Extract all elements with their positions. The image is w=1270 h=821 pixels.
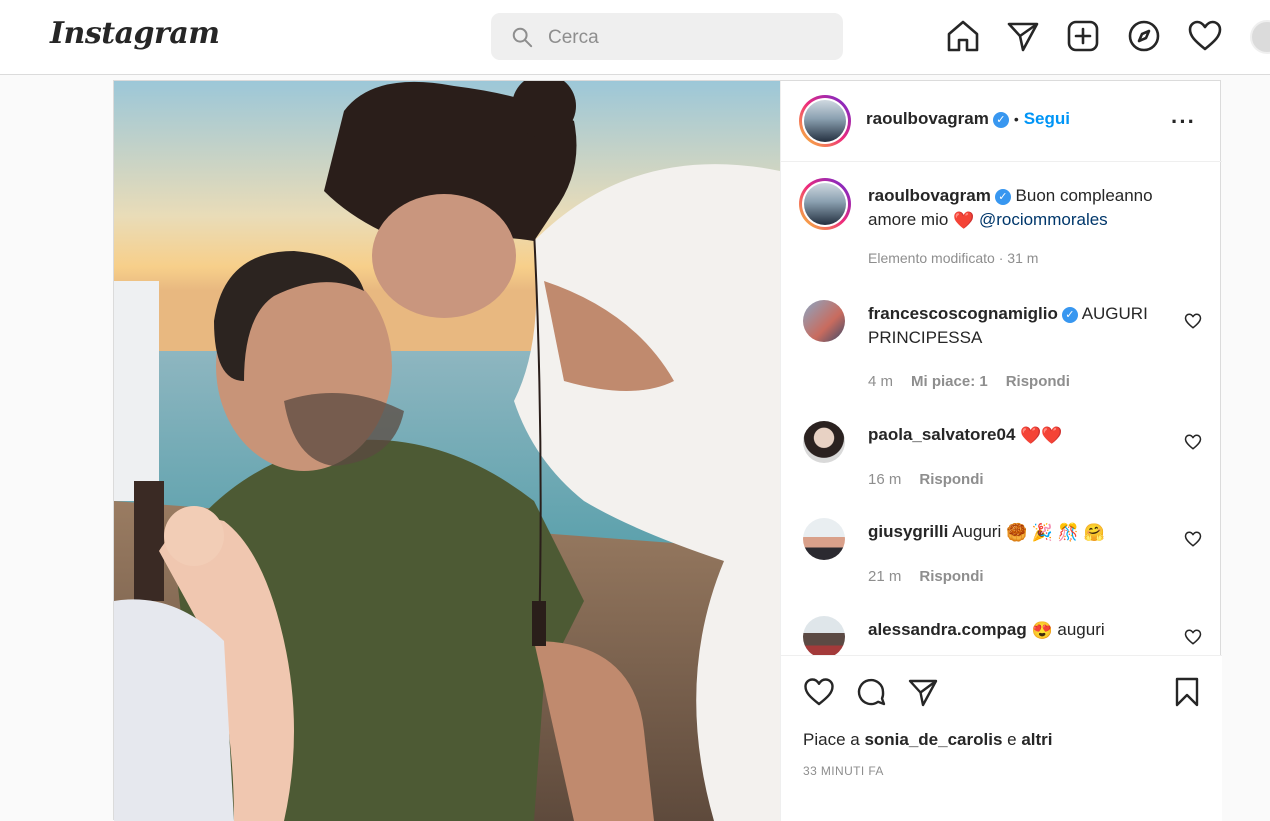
author-line: raoulbovagram ✓ • Segui — [866, 109, 1070, 129]
commenter-avatar[interactable] — [803, 300, 845, 342]
comment-username[interactable]: alessandra.compag — [868, 620, 1027, 639]
caption-text: raoulbovagram ✓ Buon compleanno amore mio… — [868, 184, 1188, 233]
comment-item: alessandra.compag 😍 auguri — [781, 616, 1222, 655]
comment-item: francescoscognamiglio ✓ AUGURI PRINCIPESS… — [781, 300, 1222, 390]
caption-mention[interactable]: @rociommorales — [979, 210, 1108, 229]
post-timestamp[interactable]: 33 MINUTI FA — [803, 764, 884, 778]
red-heart-emoji-icon: ❤️ — [953, 210, 975, 230]
party-emoji-icons: 🥮 🎉 🎊 🤗 — [1005, 522, 1105, 542]
comment-text: alessandra.compag 😍 auguri — [868, 618, 1168, 643]
comment-time: 4 m — [868, 373, 894, 390]
new-post-icon[interactable] — [1065, 18, 1101, 54]
share-icon[interactable] — [907, 676, 939, 708]
reply-button[interactable]: Rispondi — [919, 568, 983, 585]
comment-like-heart-icon[interactable] — [1184, 312, 1202, 330]
instagram-logo[interactable]: Instagram — [50, 16, 220, 51]
comment-body: auguri — [1057, 620, 1105, 639]
profile-avatar[interactable] — [1250, 20, 1270, 54]
commenter-avatar[interactable] — [803, 421, 845, 463]
likes-prefix: Piace a — [803, 730, 860, 749]
post-card: raoulbovagram ✓ • Segui ··· raoulbovagram ✓ … — [113, 80, 1222, 821]
reply-button[interactable]: Rispondi — [1006, 373, 1070, 390]
verified-badge-icon: ✓ — [994, 188, 1011, 205]
comment-meta: 16 m Rispondi — [868, 471, 984, 488]
comment-likes[interactable]: Mi piace: 1 — [911, 373, 988, 390]
post-image — [114, 81, 780, 821]
separator-dot: • — [1013, 111, 1019, 127]
comment-like-heart-icon[interactable] — [1184, 433, 1202, 451]
post-photo[interactable] — [114, 81, 780, 821]
author-username[interactable]: raoulbovagram — [866, 109, 989, 128]
post-side-panel: raoulbovagram ✓ • Segui ··· raoulbovagram ✓ … — [780, 81, 1222, 821]
comment-meta: 4 m Mi piace: 1 Rispondi — [868, 373, 1070, 390]
caption-meta: Elemento modificato · 31 m — [868, 250, 1039, 266]
more-options-icon[interactable]: ··· — [1171, 109, 1196, 135]
caption-username[interactable]: raoulbovagram — [868, 186, 991, 205]
top-navigation-bar: Instagram Cerca — [0, 0, 1270, 75]
activity-heart-icon[interactable] — [1187, 18, 1223, 54]
likes-joiner: e — [1007, 730, 1017, 749]
post-caption: raoulbovagram ✓ Buon compleanno amore mio… — [781, 178, 1222, 278]
comment-text: giusygrilli Auguri 🥮 🎉 🎊 🤗 — [868, 520, 1168, 545]
commenter-avatar[interactable] — [803, 616, 845, 655]
comment-time: 21 m — [868, 568, 902, 585]
comment-time: 16 m — [868, 471, 902, 488]
comment-username[interactable]: francescoscognamiglio — [868, 304, 1058, 323]
heart-eyes-emoji-icon: 😍 — [1031, 620, 1053, 640]
comment-text: francescoscognamiglio ✓ AUGURI PRINCIPESS… — [868, 302, 1168, 350]
comment-username[interactable]: paola_salvatore04 — [868, 425, 1015, 444]
search-icon — [512, 27, 533, 48]
comment-bubble-icon[interactable] — [855, 676, 887, 708]
direct-messages-icon[interactable] — [1005, 18, 1041, 54]
verified-badge-icon: ✓ — [1061, 306, 1078, 323]
caption-avatar[interactable] — [799, 178, 851, 230]
reply-button[interactable]: Rispondi — [919, 471, 983, 488]
search-box[interactable]: Cerca — [491, 13, 843, 60]
author-avatar[interactable] — [799, 95, 851, 147]
red-heart-emoji-icon: ❤️❤️ — [1020, 425, 1063, 445]
comment-text: paola_salvatore04 ❤️❤️ — [868, 423, 1168, 448]
liked-by-others[interactable]: altri — [1021, 730, 1052, 749]
comment-like-heart-icon[interactable] — [1184, 628, 1202, 646]
commenter-avatar[interactable] — [803, 518, 845, 560]
verified-badge-icon: ✓ — [992, 111, 1009, 128]
post-header: raoulbovagram ✓ • Segui ··· — [781, 81, 1222, 162]
likes-summary: Piace a sonia_de_carolis e altri — [803, 730, 1053, 750]
comment-username[interactable]: giusygrilli — [868, 522, 948, 541]
explore-icon[interactable] — [1126, 18, 1162, 54]
search-placeholder: Cerca — [548, 27, 599, 48]
liked-by-user[interactable]: sonia_de_carolis — [864, 730, 1002, 749]
home-icon[interactable] — [945, 18, 981, 54]
comment-like-heart-icon[interactable] — [1184, 530, 1202, 548]
comment-body: Auguri — [952, 522, 1002, 541]
comment-meta: 21 m Rispondi — [868, 568, 984, 585]
comment-item: giusygrilli Auguri 🥮 🎉 🎊 🤗 21 m Rispondi — [781, 518, 1222, 608]
post-actions: Piace a sonia_de_carolis e altri 33 MINU… — [781, 655, 1222, 821]
comment-item: paola_salvatore04 ❤️❤️ 16 m Rispondi — [781, 421, 1222, 511]
like-heart-icon[interactable] — [803, 676, 835, 708]
follow-button[interactable]: Segui — [1024, 109, 1070, 128]
save-bookmark-icon[interactable] — [1171, 676, 1203, 708]
